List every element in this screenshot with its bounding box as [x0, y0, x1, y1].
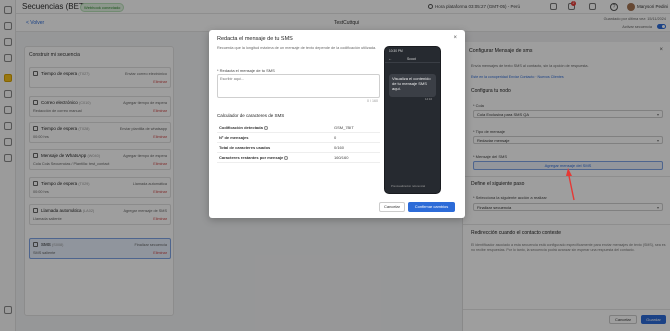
- phone-header: ← Scoot: [385, 55, 440, 63]
- close-icon[interactable]: ×: [453, 35, 457, 41]
- table-row: Caracteres restantes por mensaje 160/160: [217, 152, 380, 163]
- table-row: Codificación detectada GSM_7BIT: [217, 123, 380, 133]
- phone-status-time: 10:30 PM: [389, 49, 403, 53]
- row-key: Nº de mensajes: [217, 132, 332, 143]
- row-key: Total de caracteres usados: [217, 142, 332, 153]
- row-key: Codificación detectada: [219, 125, 263, 130]
- sms-message-label: * Redacta el mensaje de tu SMS: [217, 68, 275, 73]
- info-icon[interactable]: [263, 125, 268, 130]
- row-value: 0: [332, 132, 380, 143]
- row-value: 160/160: [332, 152, 380, 163]
- sms-message-input[interactable]: [217, 74, 380, 98]
- row-value: 0/160: [332, 142, 380, 153]
- info-icon[interactable]: [284, 155, 289, 160]
- phone-contact-name: Scoot: [407, 57, 416, 61]
- table-row: Total de caracteres usados 0/160: [217, 142, 380, 153]
- sms-preview-time: 14:10: [425, 97, 432, 101]
- arrow-left-icon: ←: [388, 56, 392, 61]
- sms-phone-preview: 10:30 PM ← Scoot Visualiza el contenido …: [384, 46, 441, 194]
- calculator-title: Calculador de caracteres de SMS: [217, 113, 285, 118]
- row-key: Caracteres restantes por mensaje: [219, 155, 284, 160]
- char-counter: 0 / 160: [367, 99, 378, 103]
- preview-disclaimer: Previsualización referencial: [391, 184, 426, 188]
- row-value: GSM_7BIT: [332, 123, 380, 133]
- modal-description: Recuerda que la longitud máxima de un me…: [217, 46, 377, 50]
- modal-cancel-button[interactable]: Cancelar: [379, 202, 405, 212]
- table-row: Nº de mensajes 0: [217, 132, 380, 143]
- sms-calculator-table: Codificación detectada GSM_7BIT Nº de men…: [217, 123, 380, 163]
- sms-preview-bubble: Visualiza el contenido de tu mensaje SMS…: [389, 74, 436, 97]
- confirm-changes-button[interactable]: Confirmar cambios: [408, 202, 455, 212]
- modal-title: Redacta el mensaje de tu SMS: [217, 36, 293, 42]
